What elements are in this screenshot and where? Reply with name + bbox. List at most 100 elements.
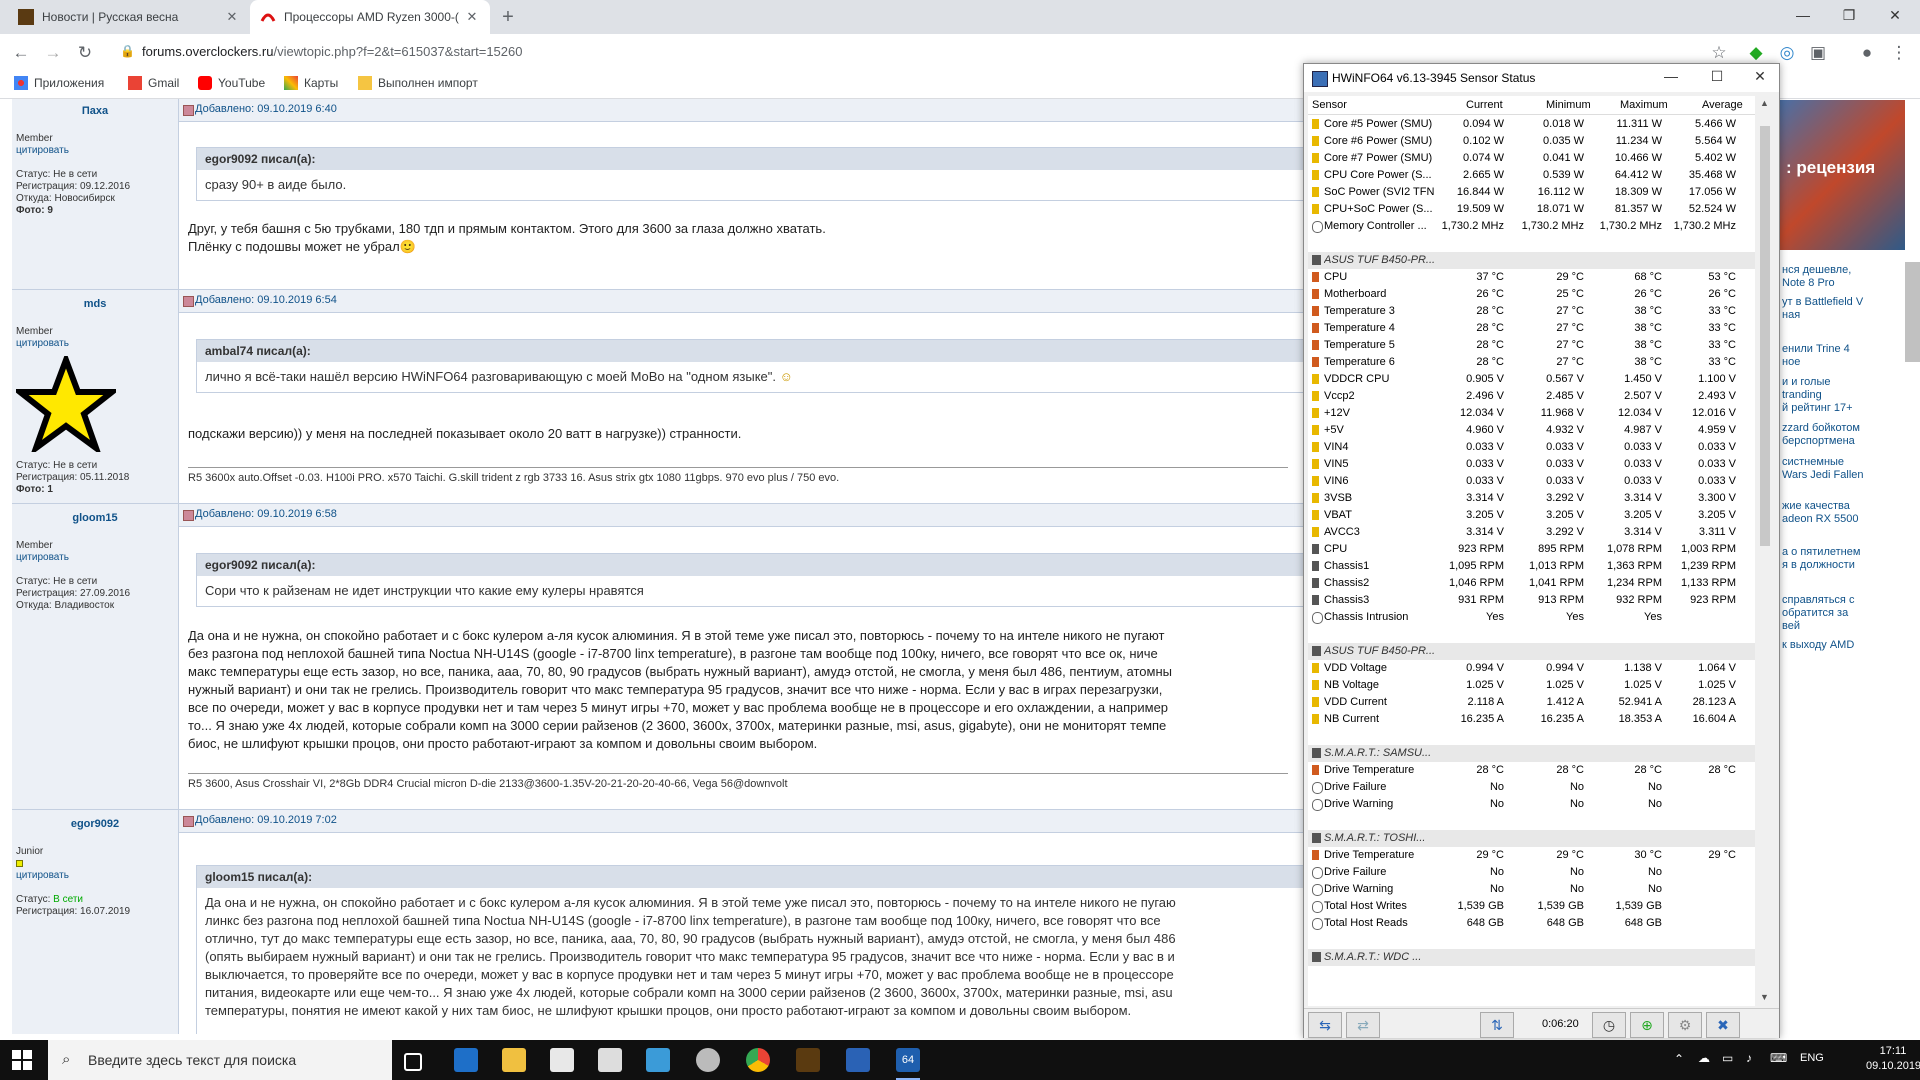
username-link[interactable]: egor9092	[12, 818, 178, 830]
back-icon[interactable]: ←	[10, 42, 32, 64]
restore-icon[interactable]: ❐	[1826, 0, 1872, 30]
bookmark-youtube[interactable]: YouTube	[198, 76, 265, 90]
tab-rusvesna[interactable]: Новости | Русская весна ✕	[8, 0, 250, 34]
monitor-app-icon[interactable]	[846, 1048, 870, 1072]
clock-icon[interactable]: ◷	[1592, 1012, 1626, 1038]
menu-kebab-icon[interactable]: ⋮	[1888, 42, 1910, 64]
cloud-icon[interactable]: ☁	[1698, 1051, 1710, 1065]
sensor-row[interactable]: Drive Temperature 28 °C 28 °C 28 °C 28 °C	[1308, 762, 1755, 779]
news-link[interactable]: нся дешевле,	[1782, 264, 1905, 277]
sensor-row[interactable]: Vccp2 2.496 V 2.485 V 2.507 V 2.493 V	[1308, 388, 1755, 405]
sensor-row[interactable]: Drive Temperature 29 °C 29 °C 30 °C 29 °C	[1308, 847, 1755, 864]
sensor-group-row[interactable]: ASUS TUF B450-PR...	[1308, 252, 1755, 269]
sensor-row[interactable]: AVCC3 3.314 V 3.292 V 3.314 V 3.311 V	[1308, 524, 1755, 541]
minimize-icon[interactable]: —	[1656, 68, 1686, 84]
sensor-row[interactable]: Chassis1 1,095 RPM 1,013 RPM 1,363 RPM 1,239…	[1308, 558, 1755, 575]
show-hidden-icons-icon[interactable]: ⌃	[1674, 1052, 1684, 1066]
sensor-scrollbar-thumb[interactable]	[1760, 126, 1770, 546]
address-bar[interactable]: 🔒 forums.overclockers.ru/viewtopic.php?f…	[108, 40, 1748, 64]
sensor-row[interactable]: VIN5 0.033 V 0.033 V 0.033 V 0.033 V	[1308, 456, 1755, 473]
sensor-row[interactable]: Chassis3 931 RPM 913 RPM 932 RPM 923 RPM	[1308, 592, 1755, 609]
bookmark-imported[interactable]: Выполнен импорт	[358, 76, 478, 90]
close-tab-icon[interactable]: ✕	[224, 9, 240, 25]
username-link[interactable]: mds	[12, 298, 178, 310]
news-link[interactable]: систнемные	[1782, 456, 1905, 469]
sensor-group-row[interactable]: S.M.A.R.T.: WDC ...	[1308, 949, 1755, 966]
sensor-row[interactable]: Drive Failure No No No	[1308, 779, 1755, 796]
news-link[interactable]: tranding	[1782, 389, 1905, 402]
sensor-row[interactable]: VIN6 0.033 V 0.033 V 0.033 V 0.033 V	[1308, 473, 1755, 490]
bookmark-maps[interactable]: Карты	[284, 76, 338, 90]
scroll-up-icon[interactable]: ▲	[1760, 98, 1769, 108]
news-link[interactable]: обратится за	[1782, 607, 1905, 620]
close-tab-icon[interactable]: ✕	[464, 9, 480, 25]
cite-link[interactable]: цитировать	[16, 552, 69, 564]
network-icon[interactable]: ⇅	[1480, 1012, 1514, 1038]
arrows-left-right-icon[interactable]: ⇆	[1308, 1012, 1342, 1038]
bookmark-gmail[interactable]: Gmail	[128, 76, 179, 90]
game-app-icon[interactable]	[796, 1048, 820, 1072]
sensor-row[interactable]: Core #6 Power (SMU) 0.102 W 0.035 W 11.234 …	[1308, 133, 1755, 150]
network-icon[interactable]: ▭	[1722, 1051, 1733, 1065]
cite-link[interactable]: цитировать	[16, 870, 69, 882]
hwinfo64-taskbar-icon[interactable]: 64	[896, 1048, 920, 1072]
chrome-icon[interactable]	[746, 1048, 770, 1072]
column-header-maximum[interactable]: Maximum	[1620, 99, 1668, 111]
close-window-icon[interactable]: ✕	[1872, 0, 1918, 30]
taskbar-search[interactable]: ⌕ Введите здесь текст для поиска	[48, 1040, 392, 1080]
news-link[interactable]: жие качества	[1782, 500, 1905, 513]
bookmark-apps[interactable]: Приложения	[14, 76, 104, 90]
extension-shield-icon[interactable]: ◆	[1745, 42, 1767, 64]
sensor-row[interactable]: CPU 37 °C 29 °C 68 °C 53 °C	[1308, 269, 1755, 286]
sensor-row[interactable]: Motherboard 26 °C 25 °C 26 °C 26 °C	[1308, 286, 1755, 303]
sensor-row[interactable]: Core #5 Power (SMU) 0.094 W 0.018 W 11.311 …	[1308, 116, 1755, 133]
column-header-sensor[interactable]: Sensor	[1312, 99, 1347, 111]
profile-avatar-icon[interactable]: ●	[1856, 42, 1878, 64]
windows-start-icon[interactable]	[12, 1050, 32, 1070]
news-link[interactable]: й рейтинг 17+	[1782, 402, 1905, 415]
language-indicator[interactable]: ENG	[1800, 1052, 1824, 1064]
new-tab-button[interactable]: +	[496, 6, 520, 28]
extension-refresh-icon[interactable]: ◎	[1776, 42, 1798, 64]
news-link[interactable]: а о пятилетнем	[1782, 546, 1905, 559]
sensor-row[interactable]: 3VSB 3.314 V 3.292 V 3.314 V 3.300 V	[1308, 490, 1755, 507]
sensor-row[interactable]: VIN4 0.033 V 0.033 V 0.033 V 0.033 V	[1308, 439, 1755, 456]
column-header-average[interactable]: Average	[1702, 99, 1743, 111]
sensor-row[interactable]: Drive Warning No No No	[1308, 796, 1755, 813]
tab-overclockers[interactable]: Процессоры AMD Ryzen 3000-( ✕	[250, 0, 490, 34]
news-link[interactable]: ут в Battlefield V	[1782, 296, 1905, 309]
sensor-row[interactable]: VDD Current 2.118 A 1.412 A 52.941 A 28.123 …	[1308, 694, 1755, 711]
edge-icon[interactable]	[454, 1048, 478, 1072]
sensor-row[interactable]: Chassis2 1,046 RPM 1,041 RPM 1,234 RPM 1,133…	[1308, 575, 1755, 592]
sensor-row[interactable]: NB Current 16.235 A 16.235 A 18.353 A 16.604…	[1308, 711, 1755, 728]
system-clock[interactable]: 17:11 09.10.2019	[1866, 1044, 1920, 1074]
news-link[interactable]: я в должности	[1782, 559, 1905, 572]
forward-icon[interactable]: →	[42, 42, 64, 64]
sensor-row[interactable]: Core #7 Power (SMU) 0.074 W 0.041 W 10.466 …	[1308, 150, 1755, 167]
sensor-group-row[interactable]: ASUS TUF B450-PR...	[1308, 643, 1755, 660]
volume-icon[interactable]: ♪	[1746, 1051, 1752, 1065]
sensor-row[interactable]: VDD Voltage 0.994 V 0.994 V 1.138 V 1.064 V	[1308, 660, 1755, 677]
sensor-row[interactable]: CPU Core Power (S... 2.665 W 0.539 W 64.412…	[1308, 167, 1755, 184]
store-icon[interactable]	[550, 1048, 574, 1072]
news-link[interactable]: енили Trine 4	[1782, 343, 1905, 356]
news-link[interactable]: вей	[1782, 620, 1905, 633]
close-x-icon[interactable]: ✖	[1706, 1012, 1740, 1038]
sensor-row[interactable]: CPU+SoC Power (S... 19.509 W 18.071 W 81.35…	[1308, 201, 1755, 218]
sensor-row[interactable]: Temperature 3 28 °C 27 °C 38 °C 33 °C	[1308, 303, 1755, 320]
username-link[interactable]: Паха	[12, 105, 178, 117]
ime-icon[interactable]: ⌨	[1770, 1051, 1787, 1065]
sensor-row[interactable]: +5V 4.960 V 4.932 V 4.987 V 4.959 V	[1308, 422, 1755, 439]
sensor-row[interactable]: VDDCR CPU 0.905 V 0.567 V 1.450 V 1.100 V	[1308, 371, 1755, 388]
news-link[interactable]: zzard бойкотом	[1782, 422, 1905, 435]
page-scrollbar-thumb[interactable]	[1905, 262, 1920, 362]
news-link[interactable]: Wars Jedi Fallen	[1782, 469, 1905, 482]
maximize-icon[interactable]: ☐	[1702, 68, 1732, 85]
extension-box-icon[interactable]: ▣	[1807, 42, 1829, 64]
sensor-row[interactable]: +12V 12.034 V 11.968 V 12.034 V 12.016 V	[1308, 405, 1755, 422]
sensor-row[interactable]: Total Host Writes 1,539 GB 1,539 GB 1,539 G…	[1308, 898, 1755, 915]
add-report-icon[interactable]: ⊕	[1630, 1012, 1664, 1038]
camera-app-icon[interactable]	[696, 1048, 720, 1072]
scroll-down-icon[interactable]: ▼	[1760, 992, 1769, 1002]
sensor-row[interactable]: Temperature 4 28 °C 27 °C 38 °C 33 °C	[1308, 320, 1755, 337]
